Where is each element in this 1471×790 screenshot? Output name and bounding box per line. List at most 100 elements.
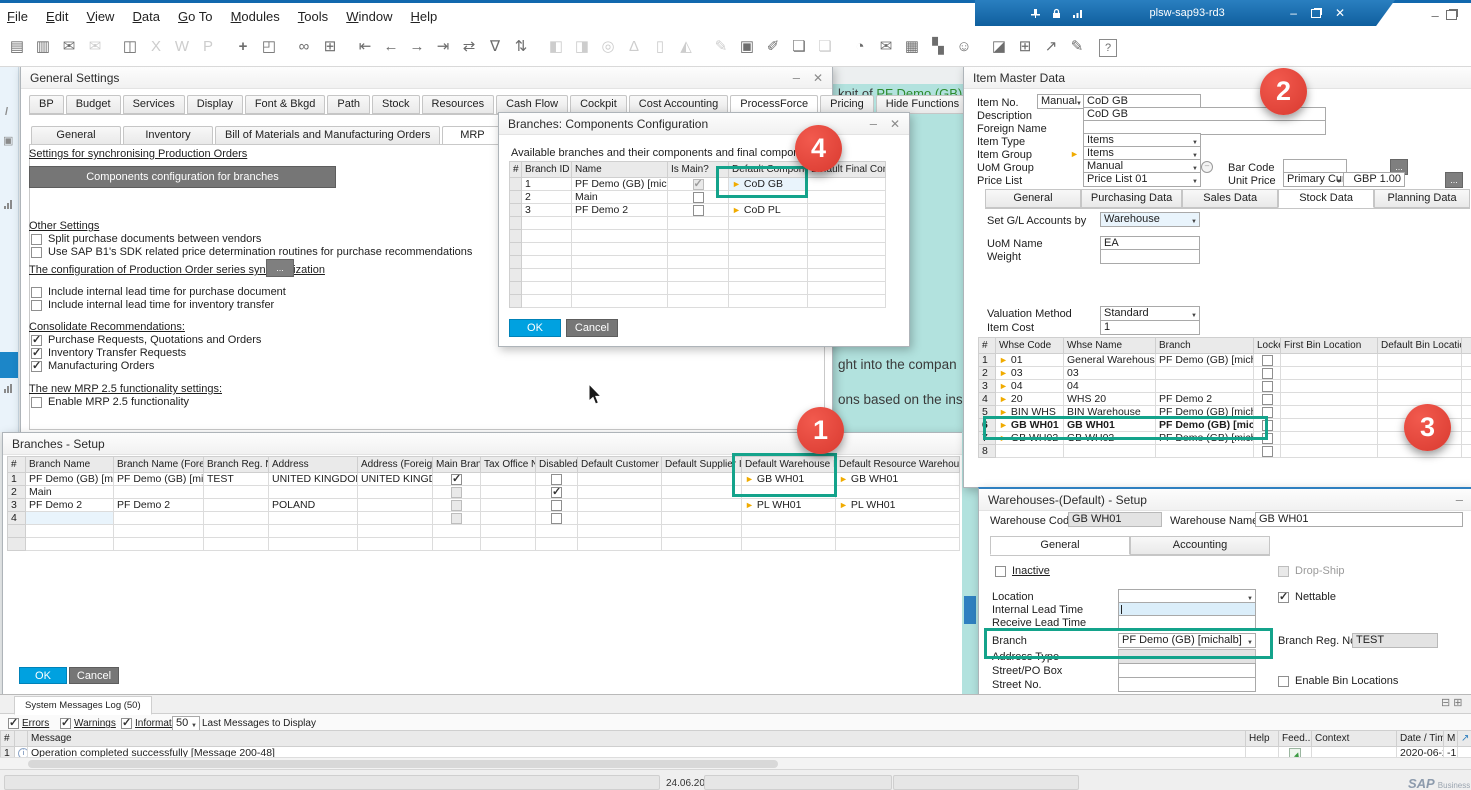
minimize-icon[interactable]: – xyxy=(793,73,800,83)
form-settings-icon[interactable]: ▣ xyxy=(734,32,760,62)
cancel-button[interactable]: Cancel xyxy=(566,319,618,337)
link-arrow-icon[interactable]: ► xyxy=(745,500,754,510)
tab-general[interactable]: General xyxy=(985,189,1081,208)
is-main-checkbox[interactable] xyxy=(693,192,704,203)
live-change-icon[interactable]: ✎ xyxy=(1064,32,1090,62)
table-row[interactable] xyxy=(510,282,886,295)
col-default-warehouse[interactable]: Default Warehouse ID xyxy=(742,457,836,473)
table-row[interactable] xyxy=(510,243,886,256)
dropship-checkbox[interactable] xyxy=(1278,566,1289,577)
table-row[interactable]: 5►BIN WHSBIN WarehousePF Demo (GB) [mich… xyxy=(979,406,1471,419)
chart-icon[interactable] xyxy=(4,384,12,393)
external-link-icon[interactable]: ↗ xyxy=(1038,32,1064,62)
tab-planning-data[interactable]: Planning Data xyxy=(1374,189,1470,208)
item-master-titlebar[interactable]: Item Master Data xyxy=(964,67,1471,89)
table-row[interactable] xyxy=(510,269,886,282)
tab-bp[interactable]: BP xyxy=(29,95,64,114)
sdk-price-checkbox[interactable] xyxy=(31,247,42,258)
enable-bins-checkbox[interactable] xyxy=(1278,676,1289,687)
col-feedback[interactable]: Feed... xyxy=(1279,731,1312,747)
help-icon[interactable]: ? xyxy=(1099,39,1117,57)
table-row[interactable]: 3PF Demo 2 ►CoD PL xyxy=(510,204,886,217)
menu-edit[interactable]: Edit xyxy=(46,9,68,24)
link-arrow-icon[interactable]: ► xyxy=(732,205,741,215)
consolidate-purchase-checkbox[interactable] xyxy=(31,335,42,346)
col-address-foreign[interactable]: Address (Foreign) xyxy=(358,457,433,473)
address-type-field[interactable] xyxy=(1118,649,1256,664)
table-row[interactable]: 8 xyxy=(979,445,1471,458)
series-sync-ellipsis-button[interactable]: ... xyxy=(266,259,294,277)
scrollbar-thumb[interactable] xyxy=(28,760,778,768)
org-chart-icon[interactable]: ▚ xyxy=(925,32,951,62)
signal-icon[interactable] xyxy=(4,200,12,209)
app-restore-icon[interactable] xyxy=(1446,10,1457,20)
subtab-bom-manufacturing[interactable]: Bill of Materials and Manufacturing Orde… xyxy=(215,126,440,145)
tab-display[interactable]: Display xyxy=(187,95,243,114)
valuation-method-select[interactable]: Standard xyxy=(1100,306,1200,321)
payment-means-icon[interactable]: ◎ xyxy=(595,32,621,62)
link-arrow-icon[interactable]: ► xyxy=(999,381,1008,391)
layout-designer-icon[interactable]: ◫ xyxy=(117,32,143,62)
consolidate-inventory-checkbox[interactable] xyxy=(31,348,42,359)
form-settings-mini-icon[interactable]: ▣ xyxy=(3,134,13,147)
warnings-checkbox[interactable] xyxy=(60,718,71,729)
table-row[interactable]: 1 PF Demo (GB) [michalb] PF Demo (GB) [m… xyxy=(8,473,960,486)
street-po-field[interactable] xyxy=(1118,663,1256,678)
previous-record-icon[interactable]: ← xyxy=(378,32,404,62)
unit-price-ellipsis-button[interactable]: ... xyxy=(1445,172,1463,188)
is-main-checkbox[interactable] xyxy=(693,205,704,216)
col-default-resource-warehouse[interactable]: Default Resource Warehouse xyxy=(836,457,960,473)
link-arrow-icon[interactable]: ► xyxy=(999,407,1008,417)
gl-accounts-select[interactable]: Warehouse xyxy=(1100,212,1200,227)
main-branch-checkbox[interactable] xyxy=(451,474,462,485)
campaign-icon[interactable]: ✉ xyxy=(873,32,899,62)
lead-time-purchase-checkbox[interactable] xyxy=(31,287,42,298)
locked-checkbox[interactable] xyxy=(1262,394,1273,405)
table-row[interactable]: 3 PF Demo 2 PF Demo 2 POLAND ►PL WH01 ►P… xyxy=(8,499,960,512)
components-configuration-button[interactable]: Components configuration for branches xyxy=(29,166,336,188)
tab-purchasing-data[interactable]: Purchasing Data xyxy=(1081,189,1182,208)
col-tax-office[interactable]: Tax Office No. xyxy=(481,457,536,473)
main-branch-checkbox[interactable] xyxy=(451,500,462,511)
split-purchase-checkbox[interactable] xyxy=(31,234,42,245)
link-arrow-icon[interactable]: ► xyxy=(839,500,848,510)
is-main-checkbox[interactable] xyxy=(693,179,704,190)
col-first-bin[interactable]: First Bin Location xyxy=(1281,338,1378,354)
col-locked[interactable]: Locked xyxy=(1254,338,1281,354)
consolidate-manufacturing-checkbox[interactable] xyxy=(31,361,42,372)
sort-icon[interactable]: ⇅ xyxy=(508,32,534,62)
filter-icon[interactable]: ∇ xyxy=(482,32,508,62)
col-default-supplier[interactable]: Default Supplier ID xyxy=(662,457,742,473)
col-default-customer[interactable]: Default Customer ID xyxy=(578,457,662,473)
tab-font-bkgd[interactable]: Font & Bkgd xyxy=(245,95,326,114)
locked-checkbox[interactable] xyxy=(1262,368,1273,379)
tab-budget[interactable]: Budget xyxy=(66,95,121,114)
col-address[interactable]: Address xyxy=(269,457,358,473)
move-icon[interactable]: + xyxy=(230,32,256,62)
dashboard-icon[interactable]: ◪ xyxy=(986,32,1012,62)
locked-checkbox[interactable] xyxy=(1262,433,1273,444)
pin-icon[interactable] xyxy=(1030,8,1041,19)
vertical-scrollbar-thumb[interactable] xyxy=(964,596,976,624)
query-wizard-icon[interactable]: ✐ xyxy=(760,32,786,62)
warehouse-code-field[interactable]: GB WH01 xyxy=(1068,512,1162,527)
col-branch[interactable]: Branch xyxy=(1156,338,1254,354)
errors-checkbox[interactable] xyxy=(8,718,19,729)
col-main-branch[interactable]: Main Branch xyxy=(433,457,481,473)
rdp-restore-icon[interactable] xyxy=(1311,9,1321,18)
item-cost-field[interactable]: 1 xyxy=(1100,320,1200,335)
table-row[interactable] xyxy=(8,525,960,538)
col-help[interactable]: Help xyxy=(1246,731,1279,747)
table-row[interactable]: 7►GB WH02GB WH02PF Demo (GB) [michalb] xyxy=(979,432,1471,445)
tab-resources[interactable]: Resources xyxy=(422,95,495,114)
table-row[interactable]: 1►01General WarehousePF Demo (GB) [micha… xyxy=(979,354,1471,367)
export-excel-icon[interactable]: X xyxy=(143,32,169,62)
volume-weight-icon[interactable]: ▯ xyxy=(647,32,673,62)
wrench-icon[interactable]: / xyxy=(5,106,8,118)
export-word-icon[interactable]: W xyxy=(169,32,195,62)
col-branch-name-foreign[interactable]: Branch Name (Foreign) xyxy=(114,457,204,473)
sms-icon[interactable]: ✉ xyxy=(82,32,108,62)
col-whse-name[interactable]: Whse Name xyxy=(1064,338,1156,354)
col-extra[interactable] xyxy=(1462,338,1471,354)
branch-select[interactable]: PF Demo (GB) [michalb] xyxy=(1118,633,1256,648)
